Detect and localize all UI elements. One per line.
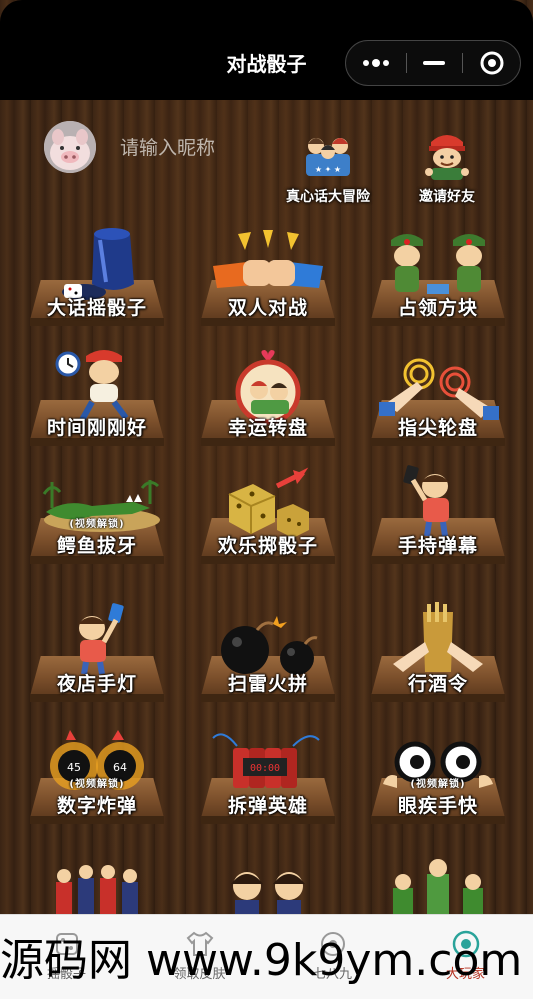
truth-or-dare-button[interactable]: ★ ✦ ★ 真心话大冒险 [276,128,380,206]
game-tile-territory[interactable]: 占领方块 [363,226,513,338]
game-tile-drinking-game[interactable]: 行酒令 [363,602,513,714]
game-label: 占领方块 [397,297,478,319]
game-tile-minesweeper[interactable]: 扫雷火拼 [193,602,343,714]
game-label: 数字炸弹 [56,795,137,817]
pig-avatar-icon [44,121,96,173]
svg-text:★ ✦ ★: ★ ✦ ★ [315,165,341,174]
game-tile-liar-dice[interactable]: 大话摇骰子 [22,226,172,338]
game-tile-fingertip-roulette[interactable]: 指尖轮盘 [363,346,513,458]
game-label: 大话摇骰子 [46,297,147,319]
target-close-icon [480,51,504,75]
truth-or-dare-icon: ★ ✦ ★ [306,138,350,176]
more-button[interactable] [346,41,406,85]
video-unlock-badge: (视频解锁) [69,779,125,790]
invite-friends-button[interactable]: 邀请好友 [400,128,494,206]
app-screen: 对战骰子 请输入昵称 ★ ✦ ★ 真心话大冒险 邀请好友 大话摇骰子 双人对战 … [0,0,533,999]
game-label: 欢乐掷骰子 [217,535,318,557]
game-label: 扫雷火拼 [227,673,308,695]
game-label: 时间刚刚好 [46,417,147,439]
game-label: 双人对战 [227,297,308,319]
game-label: 眼疾手快 [397,795,478,817]
svg-text:00:00: 00:00 [250,763,280,774]
game-tile-happy-dice[interactable]: 欢乐掷骰子 [193,464,343,576]
nickname-input[interactable] [118,134,272,162]
game-tile-perfect-timing[interactable]: 时间刚刚好 [22,346,172,458]
game-label: 鳄鱼拔牙 [56,535,137,557]
minimize-button[interactable] [406,41,462,85]
game-label: 拆弹英雄 [227,795,308,817]
navigation-bar: 对战骰子 [0,0,533,100]
game-label: 手持弹幕 [397,535,478,557]
svg-text:45: 45 [67,761,81,774]
minimize-icon [423,61,445,65]
avatar[interactable] [44,121,96,173]
game-tile-lucky-wheel[interactable]: 幸运转盘 [193,346,343,458]
close-miniprogram-button[interactable] [462,41,522,85]
miniprogram-capsule [345,40,521,86]
invite-friends-icon [425,135,469,180]
game-tile-number-bomb[interactable]: 45 64 (视频解锁) 数字炸弹 [22,724,172,836]
watermark-overlay: 源码网 www.9k9ym.com [0,935,523,986]
game-label: 行酒令 [407,673,468,695]
game-tile-two-player[interactable]: 双人对战 [193,226,343,338]
game-label: 指尖轮盘 [397,417,478,439]
game-tile-crocodile-teeth[interactable]: (视频解锁) 鳄鱼拔牙 [22,464,172,576]
game-tile-club-light[interactable]: 夜店手灯 [22,602,172,714]
game-tile-bomb-defuser[interactable]: 00:00 拆弹英雄 [193,724,343,836]
game-tile-handheld-danmaku[interactable]: 手持弹幕 [363,464,513,576]
game-label: 夜店手灯 [56,673,137,695]
video-unlock-badge: (视频解锁) [410,779,466,790]
game-tile-quick-eyes[interactable]: (视频解锁) 眼疾手快 [363,724,513,836]
truth-or-dare-label: 真心话大冒险 [286,189,370,205]
video-unlock-badge: (视频解锁) [69,519,125,530]
invite-friends-label: 邀请好友 [419,189,475,205]
game-label: 幸运转盘 [227,417,308,439]
more-dots-icon [363,59,389,67]
svg-text:64: 64 [113,761,127,774]
